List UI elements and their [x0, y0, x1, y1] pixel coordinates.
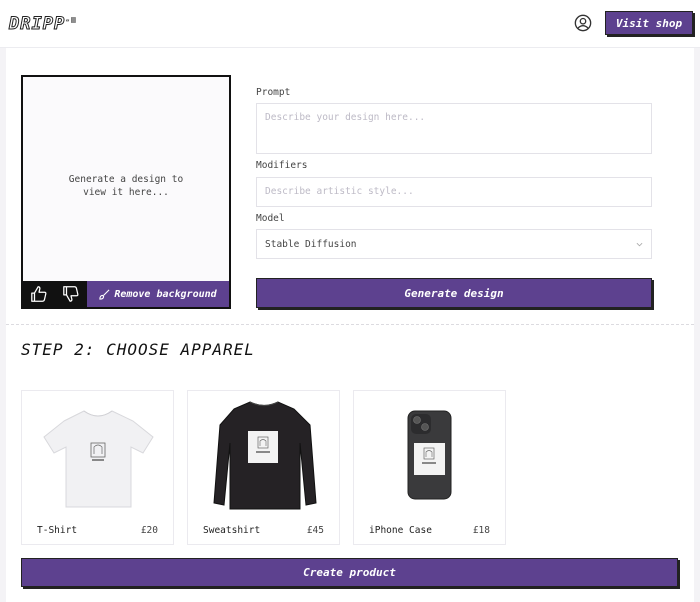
product-card-iphone-case[interactable]: iPhone Case £18	[353, 390, 506, 545]
dripp-logo[interactable]: DRIPP-≡	[8, 14, 77, 35]
tshirt-image	[43, 410, 154, 508]
thumbs-up-button[interactable]	[23, 281, 55, 307]
sweatshirt-image	[213, 401, 317, 510]
prompt-label: Prompt	[256, 87, 291, 98]
prompt-textarea[interactable]: Describe your design here...	[256, 103, 652, 154]
product-card-tshirt[interactable]: T-Shirt £20	[21, 390, 174, 545]
chevron-down-icon	[636, 242, 643, 246]
product-price: £18	[472, 525, 490, 536]
design-preview: Generate a design to view it here... Rem…	[21, 75, 231, 309]
logo-mark: -≡	[65, 15, 77, 25]
model-select[interactable]: Stable Diffusion	[256, 229, 652, 259]
product-price: £20	[140, 525, 158, 536]
visit-shop-button[interactable]: Visit shop	[605, 11, 693, 35]
remove-background-label: Remove background	[114, 288, 217, 300]
top-bar: DRIPP-≡ Visit shop	[0, 0, 700, 48]
step2-heading: STEP 2: CHOOSE APPAREL	[21, 340, 255, 359]
create-product-button[interactable]: Create product	[21, 558, 678, 587]
logo-text: DRIPP	[8, 14, 66, 35]
preview-placeholder: Generate a design to view it here...	[23, 173, 229, 199]
product-name: iPhone Case	[369, 525, 432, 536]
preview-placeholder-line1: Generate a design to	[68, 174, 184, 185]
product-card-sweatshirt[interactable]: Sweatshirt £45	[187, 390, 340, 545]
product-price: £45	[306, 525, 324, 536]
generate-design-button[interactable]: Generate design	[256, 278, 652, 308]
iphone-case-image	[407, 410, 452, 500]
preview-placeholder-line2: view it here...	[83, 187, 169, 198]
modifiers-input[interactable]: Describe artistic style...	[256, 177, 652, 207]
model-select-value: Stable Diffusion	[265, 238, 357, 250]
thumbs-up-icon	[31, 286, 47, 302]
remove-background-button[interactable]: Remove background	[87, 281, 229, 307]
section-divider	[6, 324, 694, 325]
product-name: Sweatshirt	[203, 525, 261, 536]
preview-action-bar: Remove background	[23, 281, 229, 307]
modifiers-label: Modifiers	[256, 160, 308, 171]
brush-icon	[99, 289, 110, 300]
account-icon[interactable]	[574, 14, 592, 32]
product-name: T-Shirt	[37, 525, 78, 536]
thumbs-down-button[interactable]	[55, 281, 87, 307]
model-label: Model	[256, 213, 285, 224]
thumbs-down-icon	[63, 286, 79, 302]
